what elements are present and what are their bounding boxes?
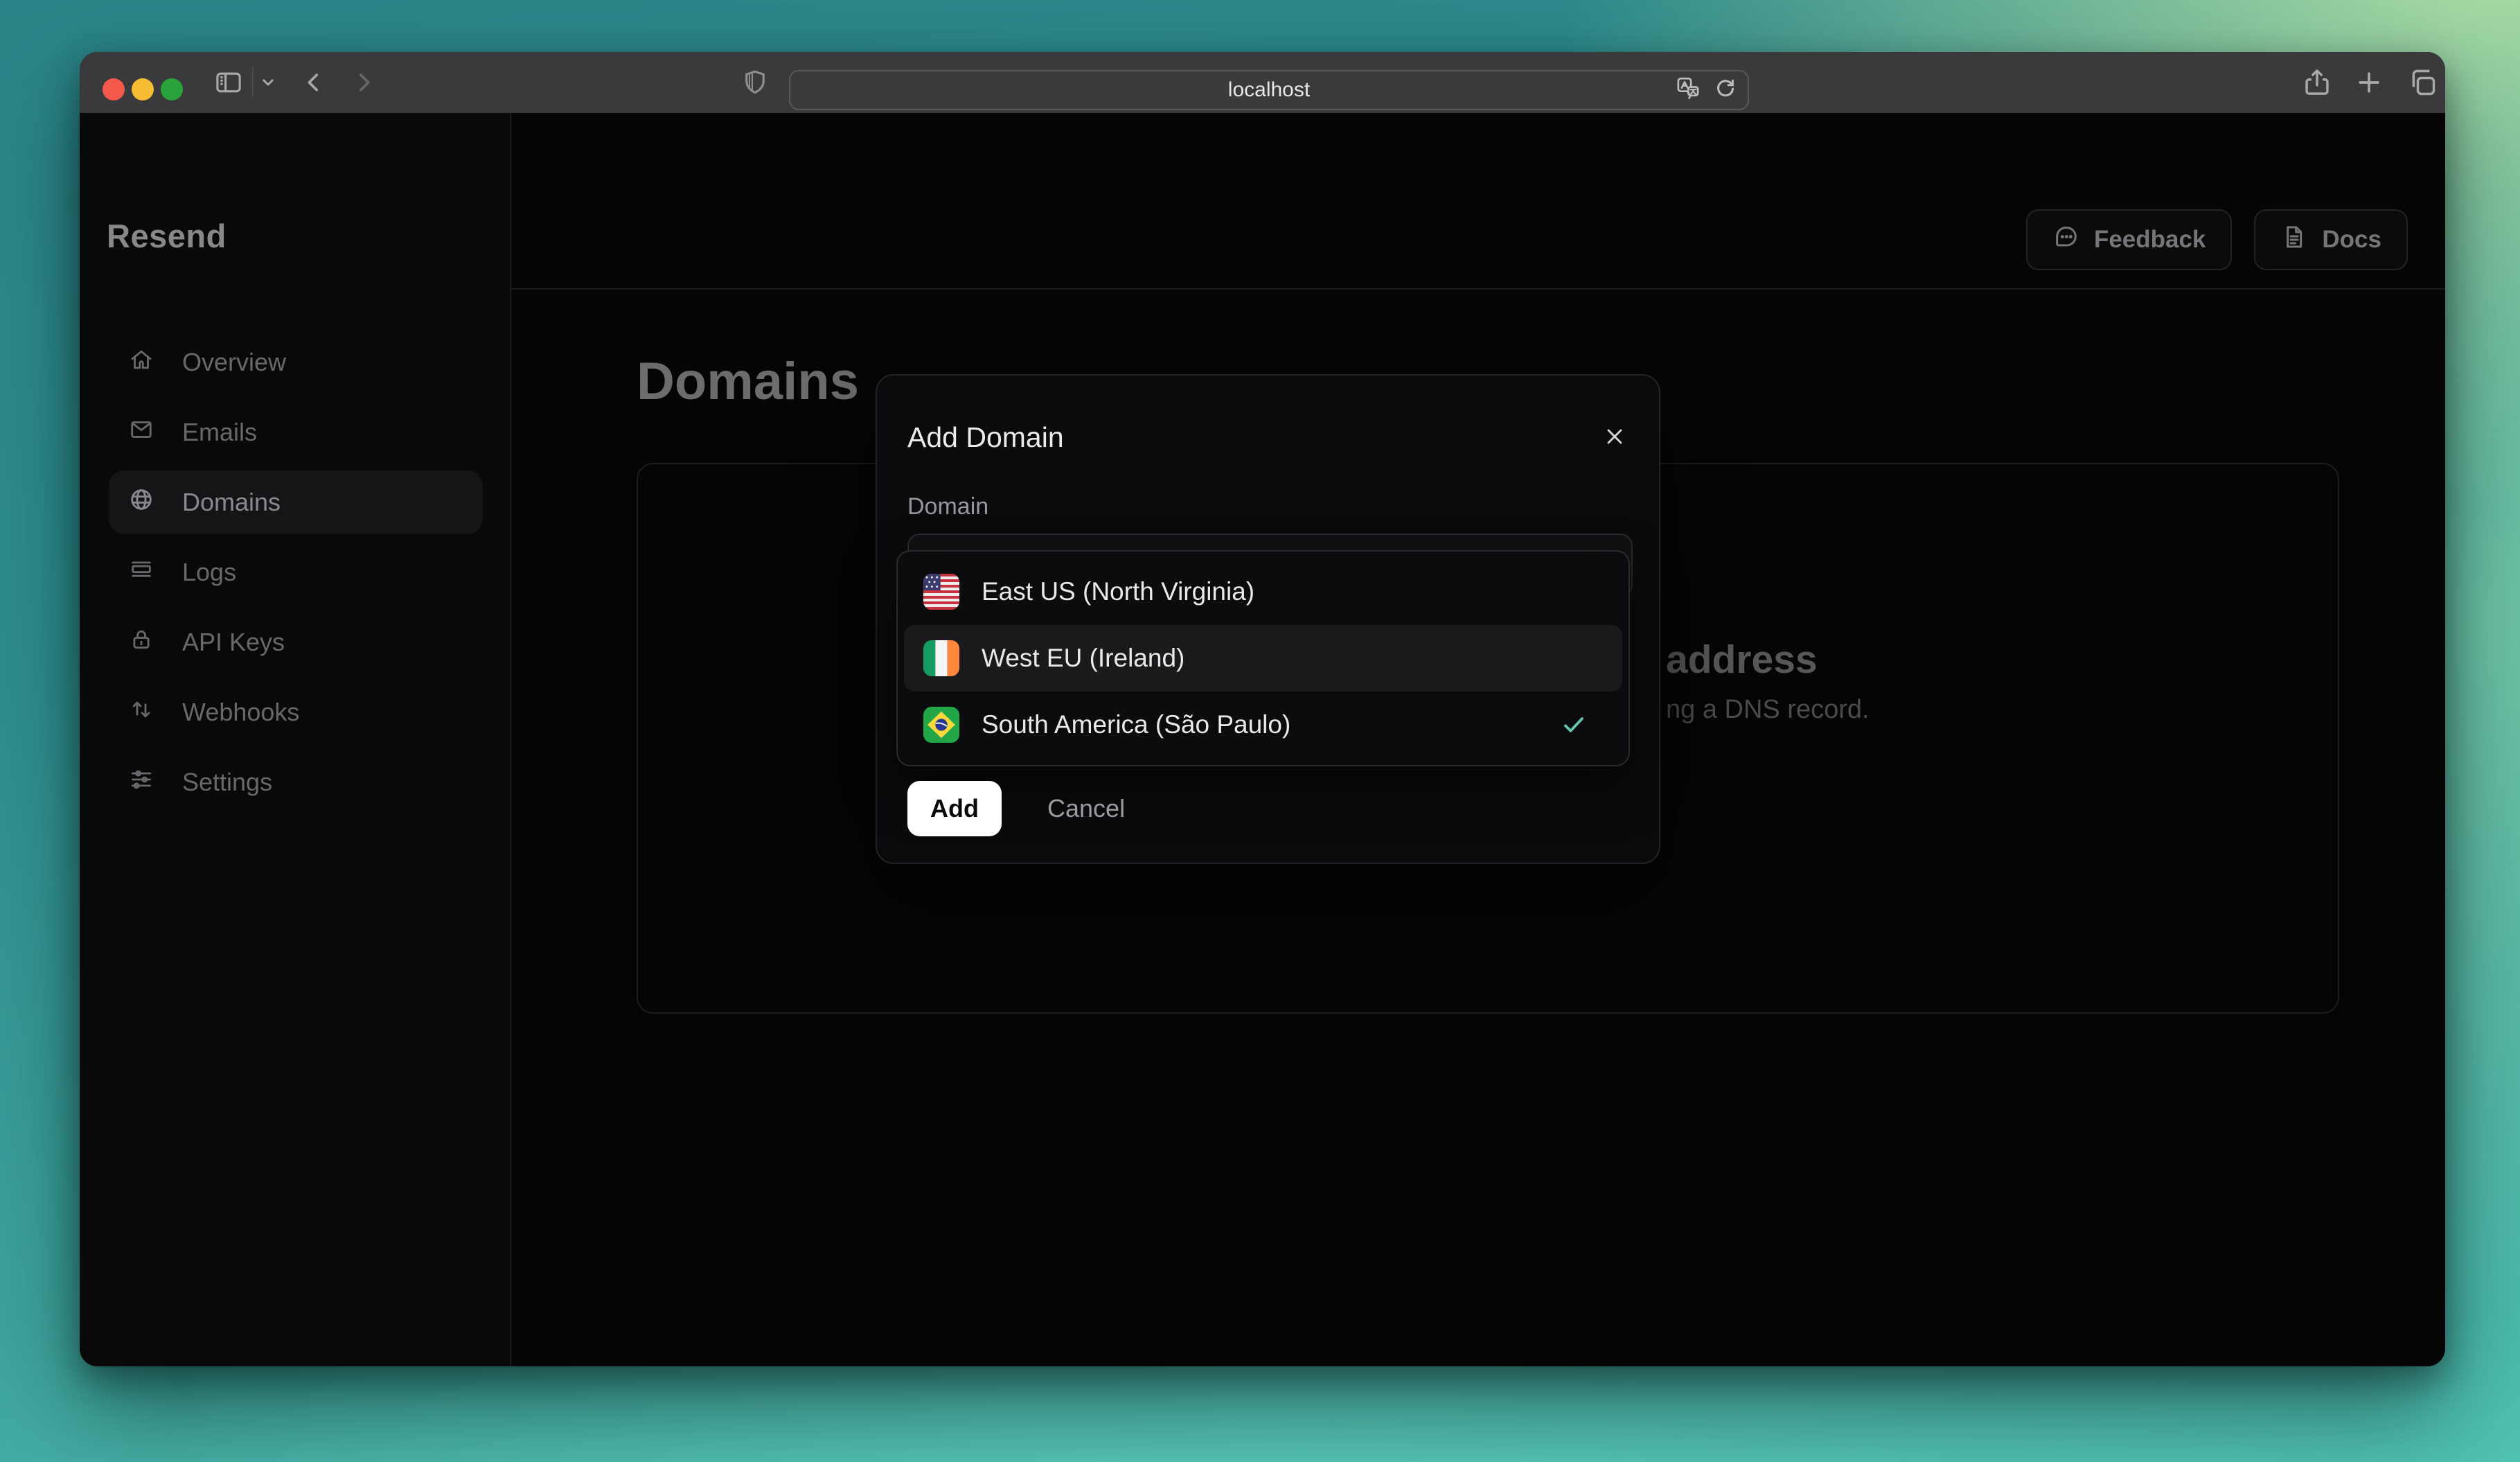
sidebar-toggle-icon[interactable] — [213, 67, 244, 98]
reload-icon[interactable] — [1713, 76, 1738, 105]
address-bar[interactable]: localhost — [789, 70, 1749, 110]
app-sidebar: Resend Overview Emails Domains Logs API … — [80, 113, 511, 1366]
add-domain-modal: Add Domain Domain East US (North Virgini… — [876, 374, 1660, 864]
close-icon[interactable] — [1597, 419, 1633, 455]
empty-state-heading-fragment: address — [1666, 637, 1818, 682]
region-option-label: South America (São Paulo) — [982, 710, 1291, 739]
docs-icon — [2280, 223, 2308, 257]
region-option-east-us[interactable]: East US (North Virginia) — [904, 558, 1622, 625]
region-option-south-america[interactable]: South America (São Paulo) — [904, 692, 1622, 758]
sidebar-item-webhooks[interactable]: Webhooks — [109, 680, 483, 744]
region-option-west-eu[interactable]: West EU (Ireland) — [904, 625, 1622, 692]
sidebar-item-label: Overview — [182, 348, 287, 376]
empty-state-description-fragment: ng a DNS record. — [1666, 695, 1870, 724]
share-icon[interactable] — [2301, 67, 2333, 98]
add-button[interactable]: Add — [907, 781, 1002, 836]
sidebar-item-label: API Keys — [182, 628, 285, 656]
page-title: Domains — [637, 352, 859, 411]
sidebar-item-overview[interactable]: Overview — [109, 331, 483, 394]
toolbar-divider — [252, 67, 254, 98]
modal-title: Add Domain — [907, 421, 1064, 453]
us-flag-icon — [923, 574, 959, 610]
sidebar-item-domains[interactable]: Domains — [109, 470, 483, 534]
url-text: localhost — [1227, 78, 1311, 101]
tab-overview-icon[interactable] — [2406, 67, 2438, 98]
sidebar-item-label: Webhooks — [182, 698, 300, 726]
sidebar-item-emails[interactable]: Emails — [109, 400, 483, 464]
region-option-label: East US (North Virginia) — [982, 577, 1255, 606]
logs-icon — [128, 556, 154, 589]
new-tab-icon[interactable] — [2354, 67, 2384, 98]
mail-icon — [128, 416, 154, 449]
sidebar-item-label: Logs — [182, 558, 237, 586]
ireland-flag-icon — [923, 640, 959, 676]
browser-titlebar: localhost — [80, 52, 2445, 113]
feedback-button[interactable]: Feedback — [2025, 209, 2233, 270]
shield-icon[interactable] — [740, 68, 770, 97]
home-icon — [128, 346, 154, 379]
back-icon[interactable] — [300, 69, 328, 96]
chevron-down-icon[interactable] — [258, 72, 278, 93]
header-divider — [511, 288, 2445, 290]
check-icon — [1559, 710, 1589, 740]
sidebar-item-label: Domains — [182, 488, 281, 516]
cancel-button[interactable]: Cancel — [1047, 794, 1125, 823]
brazil-flag-icon — [923, 707, 959, 743]
sidebar-item-api-keys[interactable]: API Keys — [109, 610, 483, 674]
sidebar-item-logs[interactable]: Logs — [109, 540, 483, 604]
sidebar-item-settings[interactable]: Settings — [109, 750, 483, 814]
forward-icon[interactable] — [350, 69, 378, 96]
traffic-close-button[interactable] — [103, 78, 125, 100]
sidebar-item-label: Settings — [182, 768, 273, 796]
sidebar-item-label: Emails — [182, 418, 258, 446]
traffic-minimize-button[interactable] — [132, 78, 154, 100]
globe-icon — [128, 486, 154, 519]
traffic-zoom-button[interactable] — [161, 78, 183, 100]
browser-window: localhost Resend Overview Emails Domains… — [80, 52, 2445, 1366]
webhooks-icon — [128, 696, 154, 729]
region-dropdown: East US (North Virginia) West EU (Irelan… — [896, 550, 1630, 766]
settings-icon — [128, 766, 154, 799]
translate-icon[interactable] — [1674, 75, 1702, 106]
domain-field-label: Domain — [907, 493, 989, 520]
feedback-icon — [2052, 223, 2080, 257]
lock-icon — [128, 626, 154, 659]
sidebar-nav: Overview Emails Domains Logs API Keys We… — [109, 331, 483, 820]
docs-label: Docs — [2322, 226, 2381, 253]
resend-logo: Resend — [107, 218, 227, 254]
feedback-label: Feedback — [2093, 226, 2206, 253]
docs-button[interactable]: Docs — [2254, 209, 2408, 270]
region-option-label: West EU (Ireland) — [982, 644, 1185, 672]
